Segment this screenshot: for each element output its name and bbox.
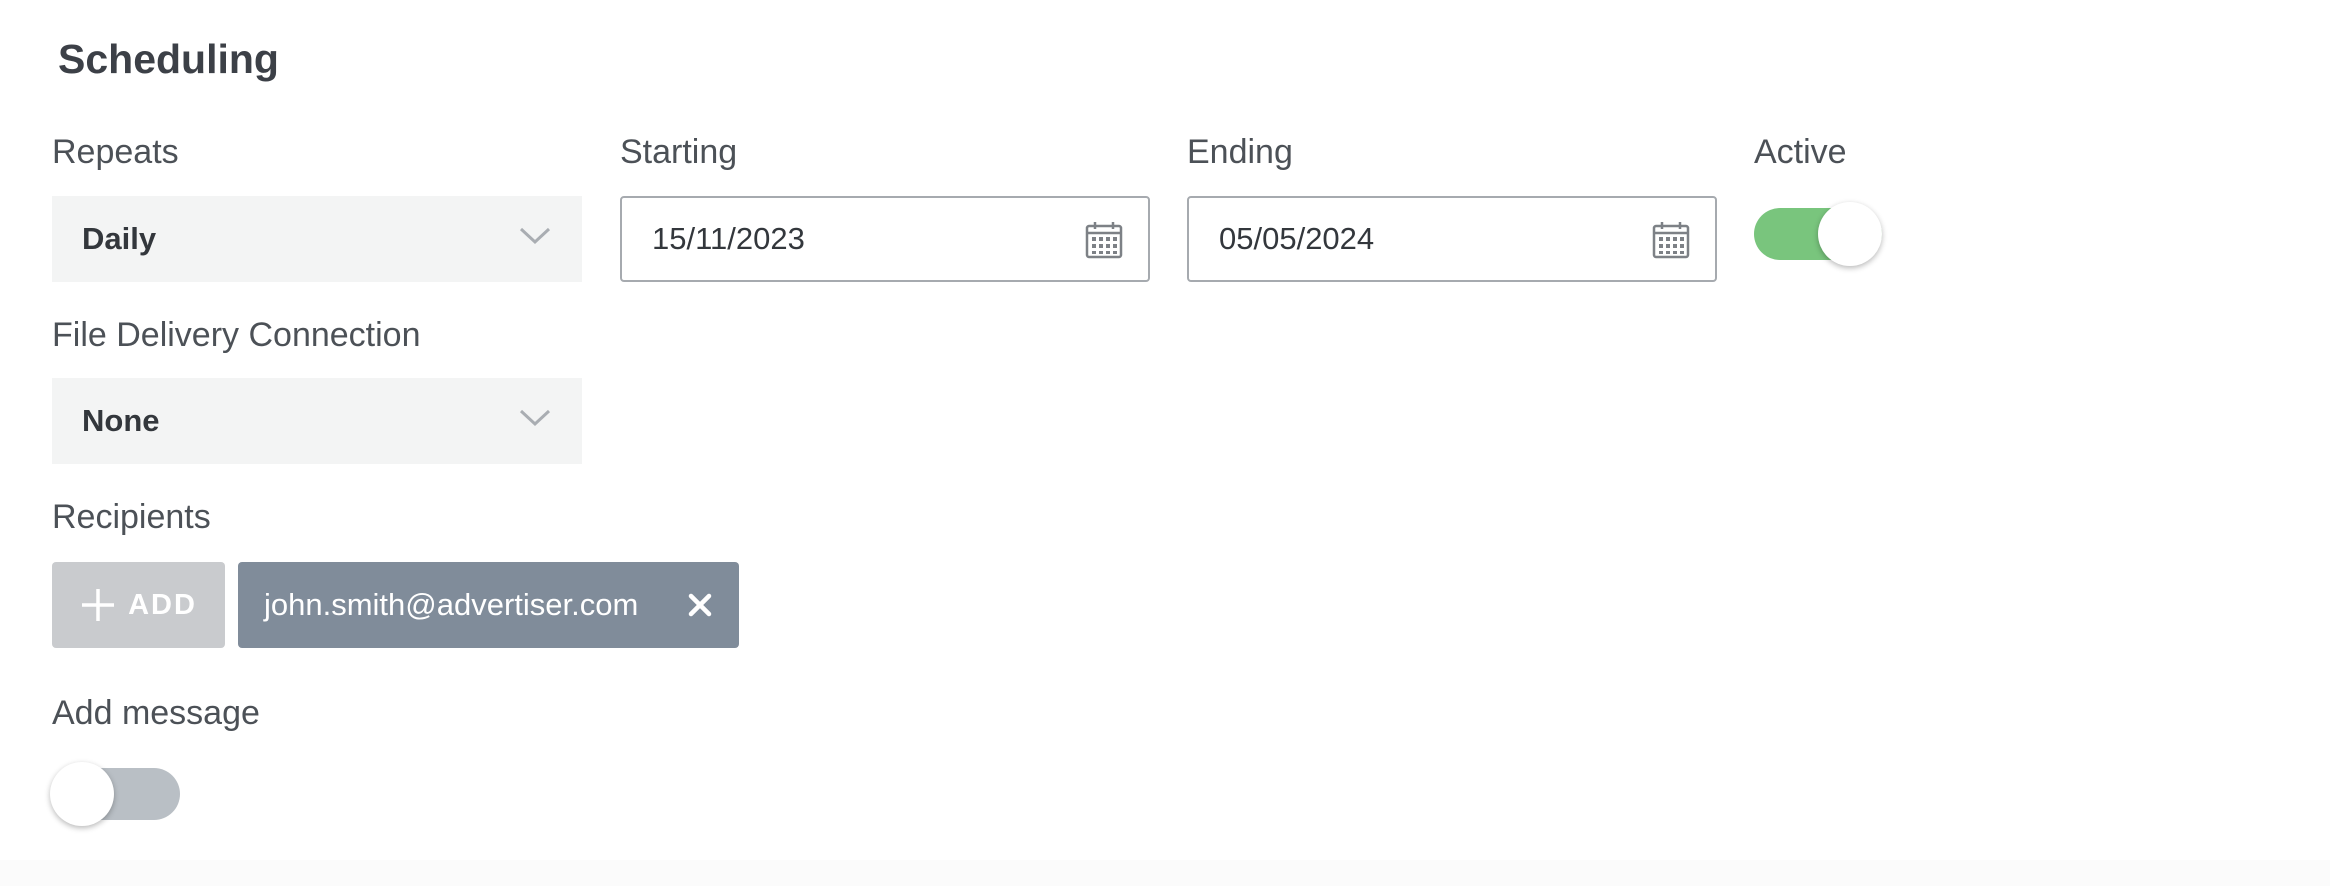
ending-label: Ending <box>1187 133 1293 171</box>
repeats-select-value: Daily <box>82 221 157 256</box>
repeats-select[interactable]: Daily <box>52 196 582 282</box>
recipient-chip: john.smith@advertiser.com <box>238 562 739 648</box>
starting-label: Starting <box>620 133 738 171</box>
toggle-knob <box>50 762 114 826</box>
calendar-icon[interactable] <box>1651 220 1691 260</box>
active-label: Active <box>1754 133 1847 171</box>
recipients-label: Recipients <box>52 498 211 536</box>
footer-divider <box>0 860 2330 886</box>
file-delivery-select-value: None <box>82 403 160 438</box>
close-icon <box>688 593 712 617</box>
add-message-label: Add message <box>52 694 260 732</box>
remove-recipient-button[interactable] <box>681 586 719 624</box>
file-delivery-label: File Delivery Connection <box>52 316 421 354</box>
plus-icon <box>82 589 115 621</box>
add-message-toggle[interactable] <box>50 762 180 826</box>
add-recipient-button[interactable]: ADD <box>52 562 225 648</box>
scheduling-panel: Scheduling Repeats Daily Starting 15/11/… <box>0 0 2330 886</box>
add-button-label: ADD <box>128 588 197 621</box>
ending-date-input[interactable]: 05/05/2024 <box>1187 196 1717 282</box>
toggle-knob <box>1818 202 1882 266</box>
active-toggle[interactable] <box>1754 202 1882 266</box>
starting-date-value: 15/11/2023 <box>652 221 805 256</box>
ending-date-value: 05/05/2024 <box>1219 221 1375 256</box>
file-delivery-select[interactable]: None <box>52 378 582 464</box>
starting-date-input[interactable]: 15/11/2023 <box>620 196 1150 282</box>
recipient-chip-label: john.smith@advertiser.com <box>264 587 639 622</box>
calendar-icon[interactable] <box>1084 220 1124 260</box>
repeats-label: Repeats <box>52 133 179 171</box>
chevron-down-icon <box>519 227 551 245</box>
section-title: Scheduling <box>58 36 279 82</box>
chevron-down-icon <box>519 409 551 427</box>
